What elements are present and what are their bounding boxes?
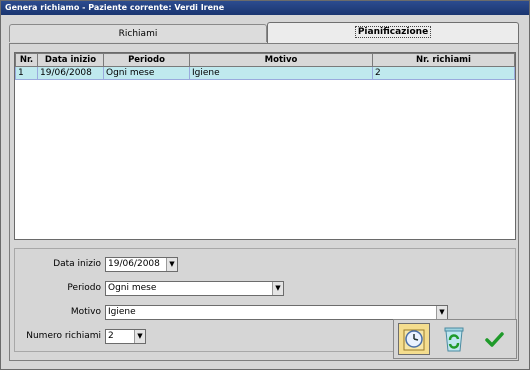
cell-nr-richiami: 2 — [372, 66, 515, 80]
chevron-down-icon[interactable]: ▼ — [436, 306, 447, 319]
clock-document-icon — [403, 329, 425, 351]
numero-richiami-label: Numero richiami — [26, 331, 101, 341]
data-inizio-field[interactable]: 19/06/2008 ▼ — [105, 257, 178, 272]
chevron-down-icon[interactable]: ▼ — [272, 282, 283, 295]
cell-motivo: Igiene — [189, 66, 373, 80]
motivo-value: Igiene — [108, 307, 136, 317]
pianificazione-panel: Nr. Data inizio Periodo Motivo Nr. richi… — [9, 43, 519, 361]
chevron-down-icon[interactable]: ▼ — [134, 330, 145, 343]
tab-bar: Richiami Pianificazione — [9, 21, 519, 43]
cell-nr: 1 — [15, 66, 38, 80]
cell-periodo: Ogni mese — [103, 66, 190, 80]
checkmark-icon — [485, 332, 504, 347]
table-row[interactable]: 1 19/06/2008 Ogni mese Igiene 2 — [15, 66, 515, 80]
window: Genera richiamo - Paziente corrente: Ver… — [0, 0, 530, 370]
numero-richiami-value: 2 — [108, 331, 114, 341]
window-title: Genera richiamo - Paziente corrente: Ver… — [1, 1, 529, 15]
periodo-label: Periodo — [67, 283, 101, 293]
data-inizio-label: Data inizio — [53, 259, 101, 269]
periodo-value: Ogni mese — [108, 283, 157, 293]
chevron-down-icon[interactable]: ▼ — [166, 258, 177, 271]
numero-richiami-select[interactable]: 2 ▼ — [105, 329, 146, 344]
column-header-periodo[interactable]: Periodo — [103, 53, 190, 67]
column-header-motivo[interactable]: Motivo — [189, 53, 373, 67]
recycle-button[interactable] — [438, 323, 470, 355]
column-header-data-inizio[interactable]: Data inizio — [37, 53, 104, 67]
column-header-nr[interactable]: Nr. — [15, 53, 38, 67]
cell-data-inizio: 19/06/2008 — [37, 66, 104, 80]
recall-grid: Nr. Data inizio Periodo Motivo Nr. richi… — [14, 52, 516, 240]
tab-pianificazione[interactable]: Pianificazione — [267, 22, 519, 43]
periodo-select[interactable]: Ogni mese ▼ — [105, 281, 284, 296]
motivo-select[interactable]: Igiene ▼ — [105, 305, 448, 320]
action-toolbar — [393, 319, 517, 359]
tab-richiami[interactable]: Richiami — [9, 24, 267, 42]
motivo-label: Motivo — [70, 307, 101, 317]
confirm-button[interactable] — [478, 323, 510, 355]
column-header-nr-richiami[interactable]: Nr. richiami — [372, 53, 515, 67]
recycle-bin-icon — [444, 327, 464, 352]
tab-richiami-label: Richiami — [118, 29, 158, 39]
tab-pianificazione-label: Pianificazione — [354, 26, 432, 38]
schedule-button[interactable] — [398, 323, 430, 355]
grid-header-row: Nr. Data inizio Periodo Motivo Nr. richi… — [15, 53, 515, 67]
data-inizio-value: 19/06/2008 — [108, 259, 160, 269]
